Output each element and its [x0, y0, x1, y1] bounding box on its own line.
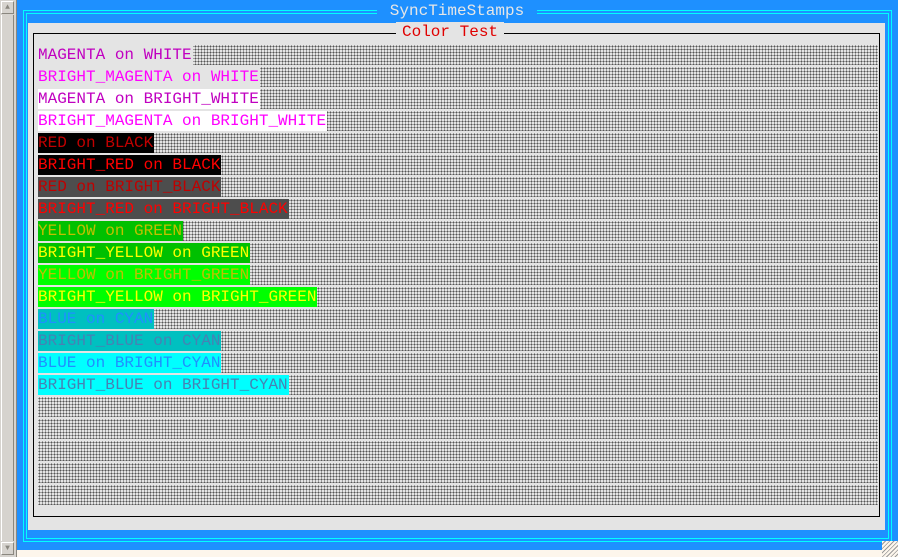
gutter-mark: [33, 421, 34, 439]
gutter-mark: [33, 157, 34, 175]
frame-line: [26, 13, 27, 539]
gutter-mark: [33, 399, 34, 417]
gutter-mark: [33, 223, 34, 241]
frame-line: [23, 541, 892, 542]
gutter-mark: [33, 201, 34, 219]
empty-row: [38, 440, 878, 462]
gutter-mark: [33, 465, 34, 483]
panel-title: Color Test: [396, 22, 505, 42]
color-sample-label: BLUE on CYAN: [38, 309, 155, 329]
color-row: BRIGHT_MAGENTA on BRIGHT_WHITE: [38, 110, 878, 132]
color-row: BLUE on BRIGHT_CYAN: [38, 352, 878, 374]
scroll-up-button[interactable]: ▲: [1, 1, 14, 14]
dotted-fill: [38, 463, 878, 483]
gutter-mark: [33, 443, 34, 461]
color-row: RED on BRIGHT_BLACK: [38, 176, 878, 198]
color-row: BRIGHT_RED on BRIGHT_BLACK: [38, 198, 878, 220]
resize-grip[interactable]: [882, 541, 898, 557]
gutter-mark: [33, 245, 34, 263]
gutter-mark: [33, 487, 34, 505]
color-row: BRIGHT_MAGENTA on WHITE: [38, 66, 878, 88]
gutter-mark: [33, 289, 34, 307]
dotted-fill: [38, 309, 878, 329]
color-sample-label: BRIGHT_MAGENTA on WHITE: [38, 67, 260, 87]
color-row: BLUE on CYAN: [38, 308, 878, 330]
empty-row: [38, 418, 878, 440]
color-sample-label: MAGENTA on BRIGHT_WHITE: [38, 89, 260, 109]
color-sample-label: BLUE on BRIGHT_CYAN: [38, 353, 222, 373]
color-row: MAGENTA on BRIGHT_WHITE: [38, 88, 878, 110]
gutter-mark: [33, 179, 34, 197]
color-list: MAGENTA on WHITE BRIGHT_MAGENTA on WHITE M…: [38, 44, 878, 506]
dotted-fill: [38, 397, 878, 417]
gutter-mark: [33, 333, 34, 351]
color-row: BRIGHT_RED on BLACK: [38, 154, 878, 176]
color-sample-label: BRIGHT_BLUE on BRIGHT_CYAN: [38, 375, 289, 395]
frame-line: [23, 10, 24, 542]
gutter-mark: [33, 355, 34, 373]
dotted-fill: [38, 133, 878, 153]
color-row: BRIGHT_BLUE on BRIGHT_CYAN: [38, 374, 878, 396]
empty-row: [38, 462, 878, 484]
gutter-mark: [33, 91, 34, 109]
gutter-mark: [33, 69, 34, 87]
vertical-scrollbar[interactable]: ▲ ▼: [0, 0, 17, 557]
empty-row: [38, 484, 878, 506]
color-row: YELLOW on BRIGHT_GREEN: [38, 264, 878, 286]
dotted-fill: [38, 441, 878, 461]
color-row: YELLOW on GREEN: [38, 220, 878, 242]
color-sample-label: YELLOW on BRIGHT_GREEN: [38, 265, 251, 285]
gutter-mark: [33, 135, 34, 153]
color-sample-label: BRIGHT_RED on BRIGHT_BLACK: [38, 199, 289, 219]
color-row: MAGENTA on WHITE: [38, 44, 878, 66]
color-row: RED on BLACK: [38, 132, 878, 154]
scroll-down-button[interactable]: ▼: [1, 542, 14, 555]
color-sample-label: YELLOW on GREEN: [38, 221, 184, 241]
empty-row: [38, 396, 878, 418]
gutter-mark: [33, 311, 34, 329]
color-sample-label: BRIGHT_YELLOW on GREEN: [38, 243, 251, 263]
color-sample-label: RED on BLACK: [38, 133, 155, 153]
gutter-mark: [33, 267, 34, 285]
frame-line: [891, 10, 892, 542]
color-sample-label: BRIGHT_YELLOW on BRIGHT_GREEN: [38, 287, 318, 307]
color-row: BRIGHT_YELLOW on BRIGHT_GREEN: [38, 286, 878, 308]
color-sample-label: BRIGHT_RED on BLACK: [38, 155, 222, 175]
gutter-mark: [33, 113, 34, 131]
gutter-mark: [33, 47, 34, 65]
dotted-fill: [38, 485, 878, 505]
frame-line: [888, 13, 889, 539]
window-title: SyncTimeStamps: [377, 1, 537, 21]
dotted-fill: [38, 419, 878, 439]
color-sample-label: RED on BRIGHT_BLACK: [38, 177, 222, 197]
color-row: BRIGHT_YELLOW on GREEN: [38, 242, 878, 264]
color-sample-label: MAGENTA on WHITE: [38, 45, 193, 65]
gutter-mark: [33, 377, 34, 395]
color-row: BRIGHT_BLUE on CYAN: [38, 330, 878, 352]
color-sample-label: BRIGHT_BLUE on CYAN: [38, 331, 222, 351]
scroll-track[interactable]: [1, 15, 14, 541]
frame-line: [26, 538, 889, 539]
color-sample-label: BRIGHT_MAGENTA on BRIGHT_WHITE: [38, 111, 328, 131]
